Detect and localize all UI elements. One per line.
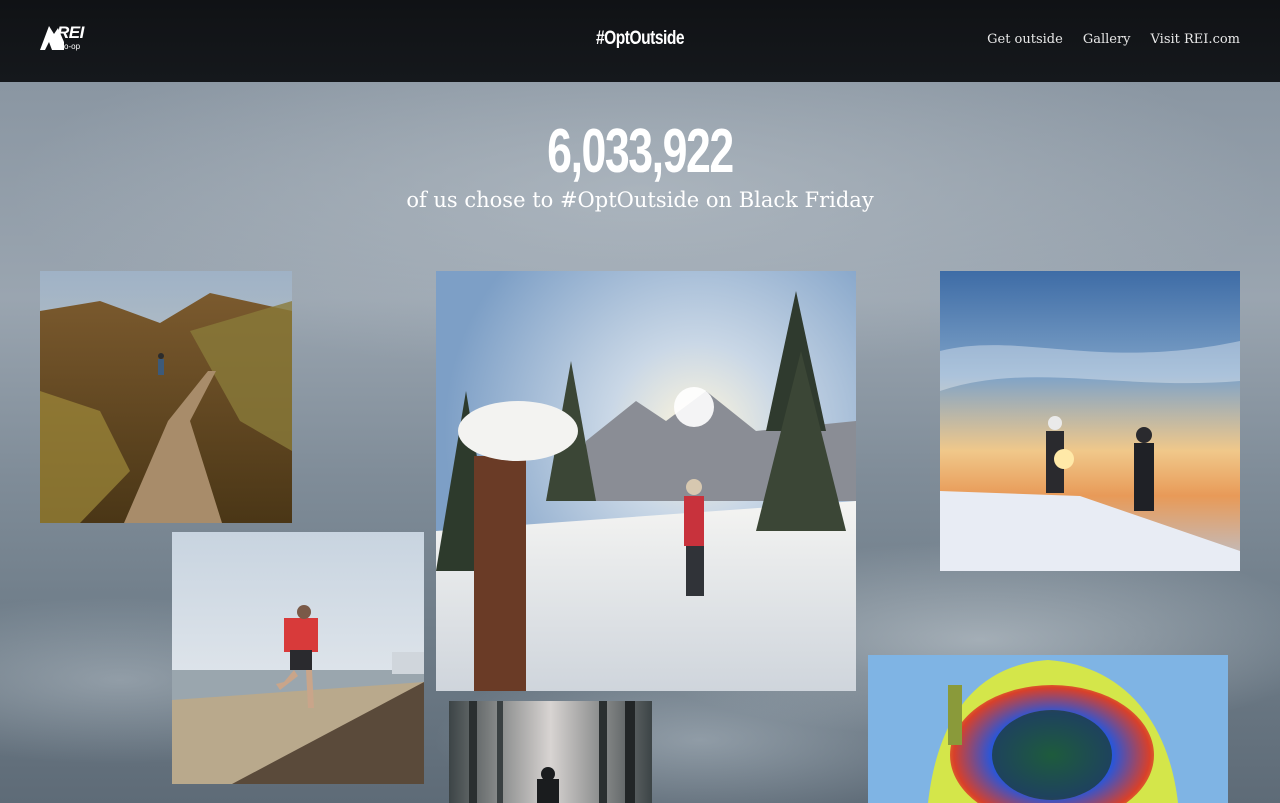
site-header: REI co-op #OptOutside Get outside Galler… — [0, 0, 1280, 82]
photo-beach-runner[interactable] — [172, 532, 424, 784]
nav-get-outside[interactable]: Get outside — [987, 32, 1063, 47]
main-nav: Get outside Gallery Visit REI.com — [987, 32, 1240, 47]
photo-ski-goggles[interactable] — [868, 655, 1228, 803]
nav-visit-rei[interactable]: Visit REI.com — [1151, 32, 1240, 47]
participant-count: 6,033,922 — [547, 117, 734, 186]
logo-text: REI — [57, 23, 84, 42]
photo-two-hikers-sunset[interactable] — [940, 271, 1240, 571]
logo-subtext: co-op — [60, 42, 81, 51]
nav-gallery[interactable]: Gallery — [1083, 32, 1131, 47]
photo-misty-forest-walker[interactable] — [449, 701, 652, 803]
rei-logo[interactable]: REI co-op — [40, 20, 94, 56]
photo-boardwalk-hiker[interactable] — [40, 271, 292, 523]
hero-subtitle: of us chose to #OptOutside on Black Frid… — [406, 188, 874, 212]
photo-snowshoe-hiker[interactable] — [436, 271, 856, 691]
